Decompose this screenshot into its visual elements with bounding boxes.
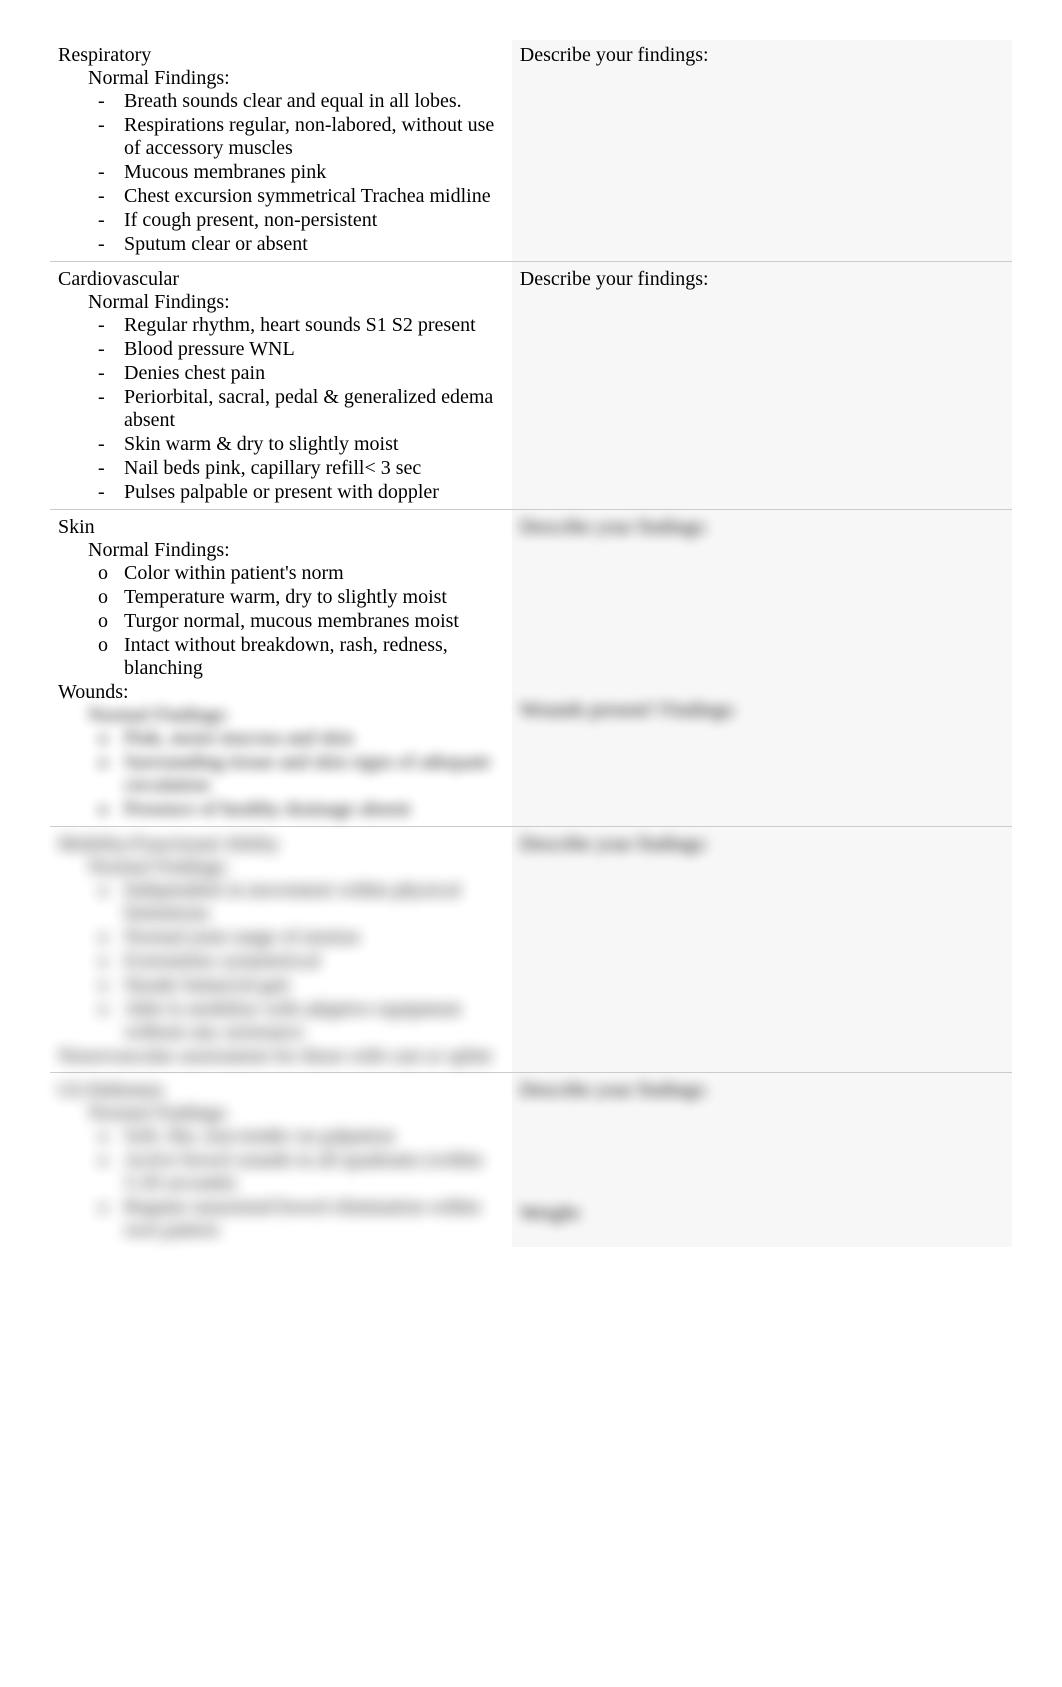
circle-icon: o xyxy=(98,610,124,633)
respiratory-items: -Breath sounds clear and equal in all lo… xyxy=(58,90,504,256)
mobility-note: Neurovascular assessment for those with … xyxy=(58,1045,504,1068)
cardiovascular-left: Cardiovascular Normal Findings: -Regular… xyxy=(50,262,512,510)
gi-right: Describe your findings: Weight: xyxy=(512,1073,1012,1248)
cardiovascular-title: Cardiovascular xyxy=(58,268,504,291)
list-item: Breath sounds clear and equal in all lob… xyxy=(124,90,462,113)
dash-icon: - xyxy=(98,338,124,361)
wounds-items: oPink, moist mucosa and skin oSurroundin… xyxy=(58,727,504,821)
row-gi: GI/Abdomen Normal Findings: oSoft, flat,… xyxy=(50,1073,1012,1248)
list-item: Pulses palpable or present with doppler xyxy=(124,481,439,504)
mobility-left: Mobility/Functional Ability Normal Findi… xyxy=(50,827,512,1073)
list-item: Surrounding tissue and skin signs of ade… xyxy=(124,751,504,797)
normal-findings-label: Normal Findings: xyxy=(88,1102,504,1125)
dash-icon: - xyxy=(98,433,124,456)
circle-icon: o xyxy=(98,998,124,1021)
cardiovascular-right: Describe your findings: xyxy=(512,262,1012,510)
describe-findings-label: Describe your findings: xyxy=(520,1079,1004,1102)
list-item: Chest excursion symmetrical Trachea midl… xyxy=(124,185,491,208)
circle-icon: o xyxy=(98,634,124,657)
list-item: Regular unassisted bowel elimination wit… xyxy=(124,1196,504,1242)
skin-title: Skin xyxy=(58,516,504,539)
circle-icon: o xyxy=(98,1196,124,1219)
wounds-findings-label: Wounds present? Findings: xyxy=(520,699,1004,722)
wounds-title: Wounds: xyxy=(58,681,504,704)
circle-icon: o xyxy=(98,974,124,997)
circle-icon: o xyxy=(98,727,124,750)
normal-findings-label: Normal Findings: xyxy=(88,704,504,727)
list-item: Active bowel sounds in all quadrants (wi… xyxy=(124,1149,504,1195)
normal-findings-label: Normal Findings: xyxy=(88,67,504,90)
describe-findings-label: Describe your findings: xyxy=(520,516,1004,539)
circle-icon: o xyxy=(98,586,124,609)
describe-findings-label: Describe your findings: xyxy=(520,833,1004,856)
list-item: Turgor normal, mucous membranes moist xyxy=(124,610,459,633)
row-skin: Skin Normal Findings: oColor within pati… xyxy=(50,510,1012,827)
dash-icon: - xyxy=(98,185,124,208)
list-item: Intact without breakdown, rash, redness,… xyxy=(124,634,504,680)
list-item: Periorbital, sacral, pedal & generalized… xyxy=(124,386,504,432)
list-item: Temperature warm, dry to slightly moist xyxy=(124,586,447,609)
respiratory-left: Respiratory Normal Findings: -Breath sou… xyxy=(50,40,512,262)
respiratory-right: Describe your findings: xyxy=(512,40,1012,262)
list-item: Mucous membranes pink xyxy=(124,161,326,184)
gi-items: oSoft, flat, non-tender on palpation oAc… xyxy=(58,1125,504,1242)
list-item: Soft, flat, non-tender on palpation xyxy=(124,1125,395,1148)
circle-icon: o xyxy=(98,926,124,949)
list-item: Regular rhythm, heart sounds S1 S2 prese… xyxy=(124,314,476,337)
skin-items: oColor within patient's norm oTemperatur… xyxy=(58,562,504,680)
list-item: Steady balanced gait xyxy=(124,974,290,997)
normal-findings-label: Normal Findings: xyxy=(88,856,504,879)
mobility-items: oIndependent in movement within physical… xyxy=(58,879,504,1044)
dash-icon: - xyxy=(98,362,124,385)
skin-right: Describe your findings: Wounds present? … xyxy=(512,510,1012,827)
circle-icon: o xyxy=(98,1149,124,1172)
list-item: Able to mobilize with adaptive equipment… xyxy=(124,998,504,1044)
circle-icon: o xyxy=(98,950,124,973)
list-item: Denies chest pain xyxy=(124,362,265,385)
circle-icon: o xyxy=(98,1125,124,1148)
list-item: If cough present, non-persistent xyxy=(124,209,377,232)
dash-icon: - xyxy=(98,114,124,137)
gi-left: GI/Abdomen Normal Findings: oSoft, flat,… xyxy=(50,1073,512,1248)
normal-findings-label: Normal Findings: xyxy=(88,291,504,314)
bottom-whitespace xyxy=(50,1247,1012,1647)
row-cardiovascular: Cardiovascular Normal Findings: -Regular… xyxy=(50,262,1012,510)
mobility-title: Mobility/Functional Ability xyxy=(58,833,504,856)
gi-title: GI/Abdomen xyxy=(58,1079,504,1102)
circle-icon: o xyxy=(98,798,124,821)
list-item: Sputum clear or absent xyxy=(124,233,308,256)
dash-icon: - xyxy=(98,386,124,409)
skin-left: Skin Normal Findings: oColor within pati… xyxy=(50,510,512,827)
dash-icon: - xyxy=(98,314,124,337)
dash-icon: - xyxy=(98,481,124,504)
list-item: Skin warm & dry to slightly moist xyxy=(124,433,398,456)
respiratory-title: Respiratory xyxy=(58,44,504,67)
list-item: Color within patient's norm xyxy=(124,562,344,585)
normal-findings-label: Normal Findings: xyxy=(88,539,504,562)
circle-icon: o xyxy=(98,879,124,902)
list-item: Nail beds pink, capillary refill< 3 sec xyxy=(124,457,421,480)
dash-icon: - xyxy=(98,457,124,480)
row-respiratory: Respiratory Normal Findings: -Breath sou… xyxy=(50,40,1012,262)
mobility-right: Describe your findings: xyxy=(512,827,1012,1073)
dash-icon: - xyxy=(98,161,124,184)
list-item: Respirations regular, non-labored, witho… xyxy=(124,114,504,160)
row-mobility: Mobility/Functional Ability Normal Findi… xyxy=(50,827,1012,1073)
describe-findings-label: Describe your findings: xyxy=(520,44,1004,67)
circle-icon: o xyxy=(98,562,124,585)
dash-icon: - xyxy=(98,233,124,256)
list-item: Blood pressure WNL xyxy=(124,338,295,361)
cardiovascular-items: -Regular rhythm, heart sounds S1 S2 pres… xyxy=(58,314,504,504)
weight-label: Weight: xyxy=(520,1202,1004,1225)
dash-icon: - xyxy=(98,90,124,113)
dash-icon: - xyxy=(98,209,124,232)
list-item: Extremities symmetrical xyxy=(124,950,320,973)
describe-findings-label: Describe your findings: xyxy=(520,268,1004,291)
list-item: Pink, moist mucosa and skin xyxy=(124,727,353,750)
assessment-table: Respiratory Normal Findings: -Breath sou… xyxy=(50,40,1012,1247)
circle-icon: o xyxy=(98,751,124,774)
list-item: Normal joint range of motion xyxy=(124,926,360,949)
list-item: Independent in movement within physical … xyxy=(124,879,504,925)
list-item: Presence of healthy drainage absent xyxy=(124,798,411,821)
